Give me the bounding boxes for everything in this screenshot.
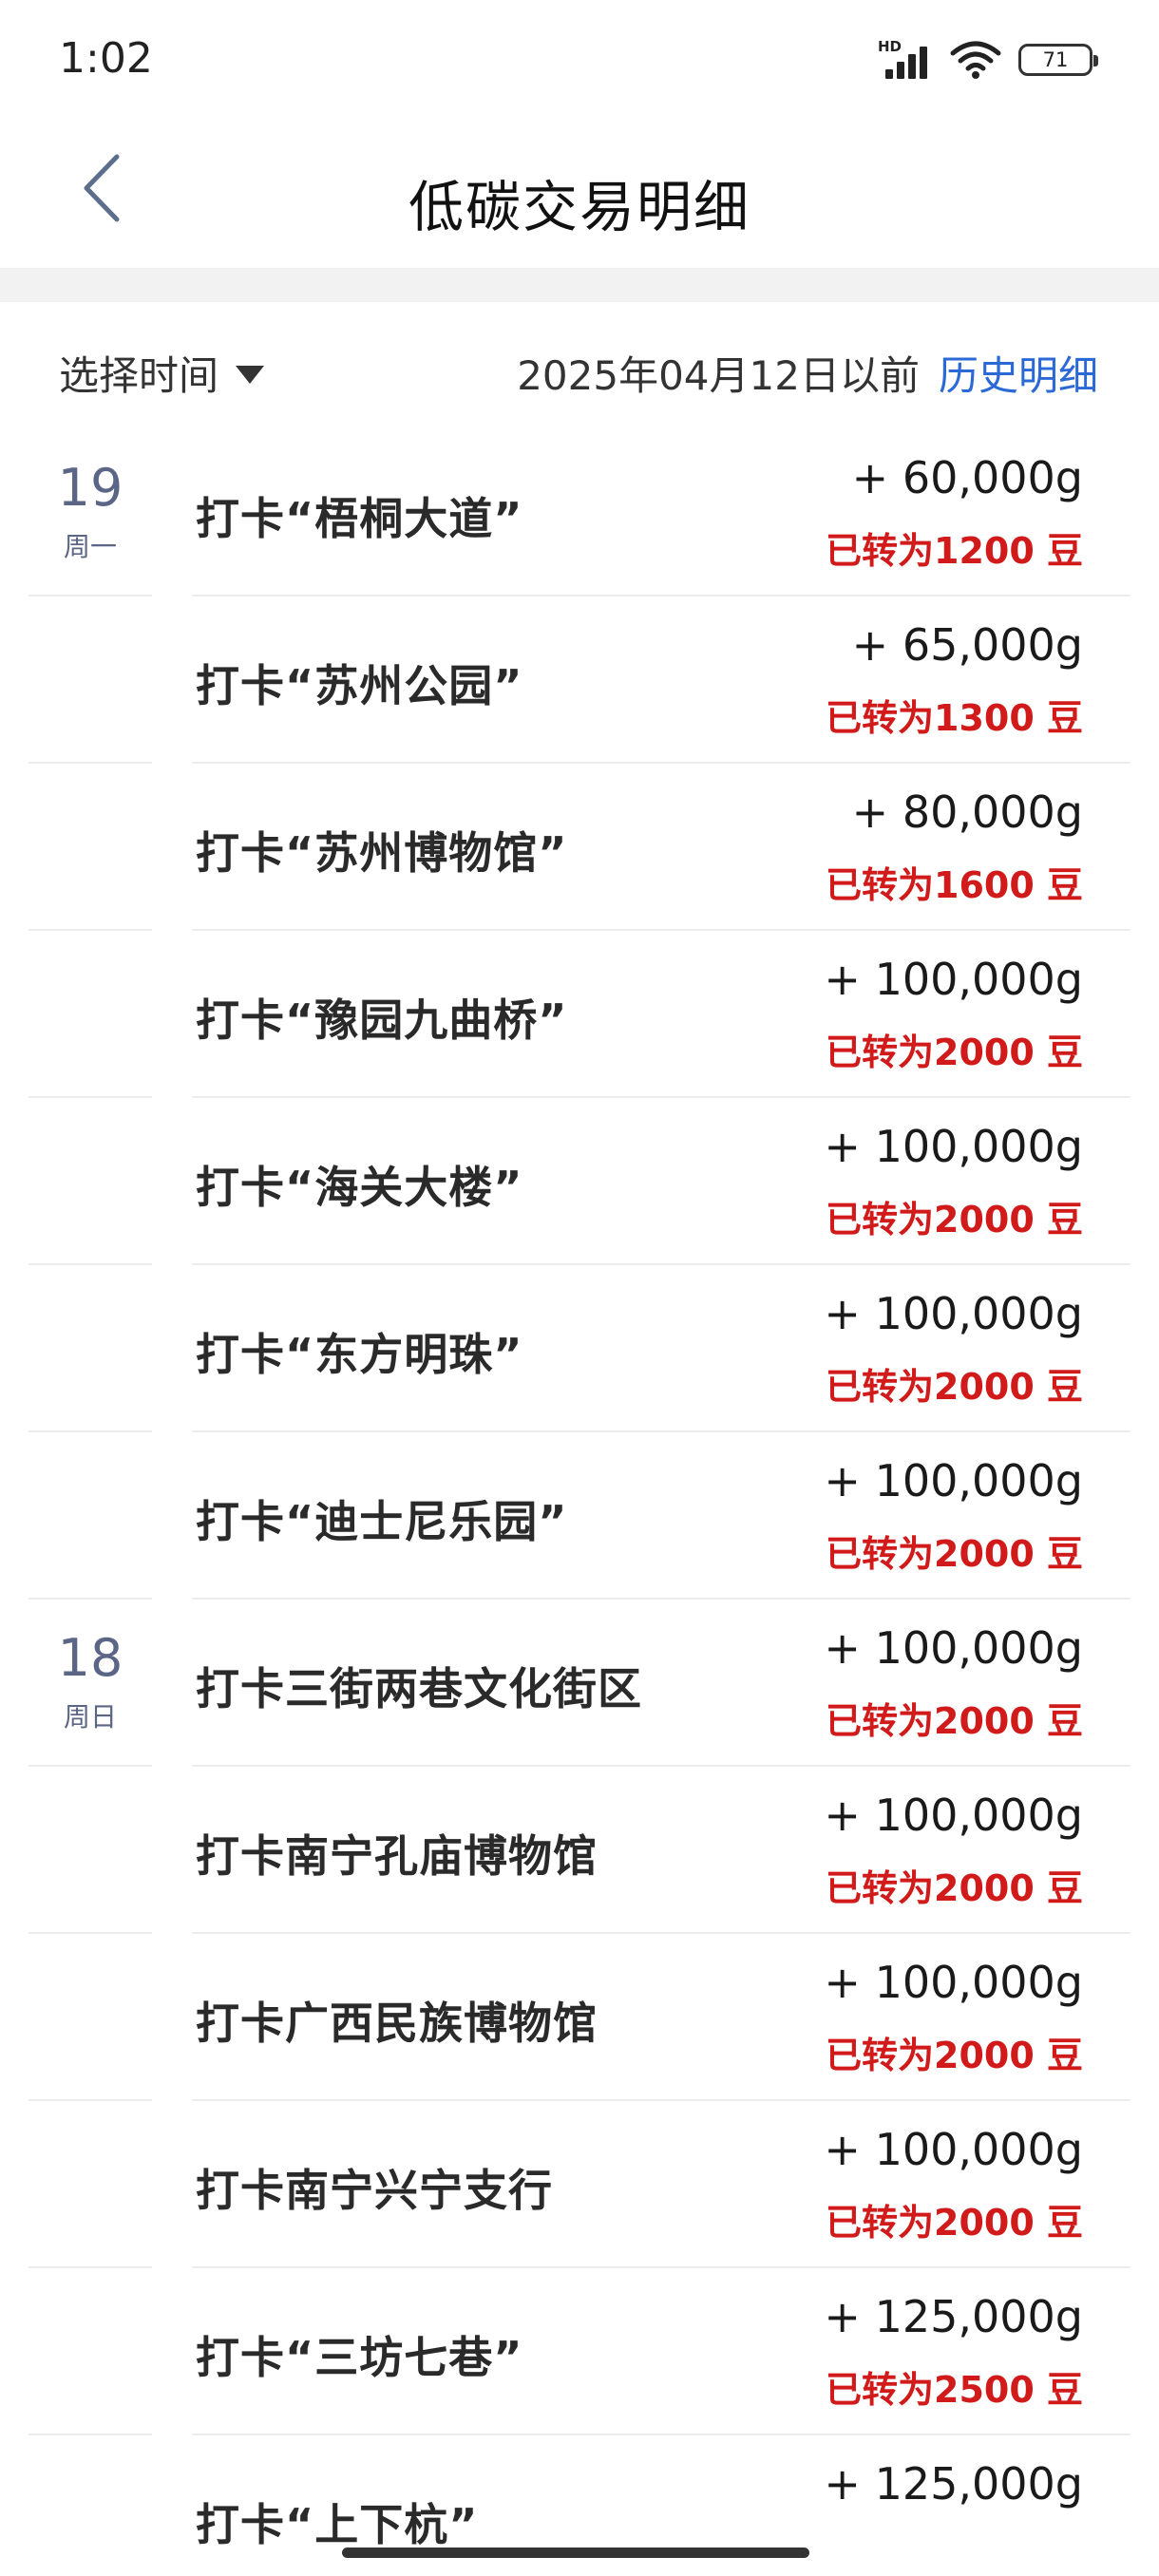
item-title: 打卡“三坊七巷”	[196, 2332, 523, 2383]
date-column	[28, 1767, 152, 1934]
item-converted: 已转为1600 豆	[826, 864, 1083, 906]
list-item[interactable]: 19 周一 打卡“梧桐大道” + 60,000g 已转为1200 豆	[0, 429, 1159, 597]
item-title: 打卡南宁兴宁支行	[196, 2165, 553, 2216]
date-column	[28, 931, 152, 1098]
item-amount: + 100,000g	[824, 1622, 1083, 1674]
date-column	[28, 1432, 152, 1600]
date-column	[28, 1265, 152, 1432]
date-weekday: 周日	[63, 1701, 117, 1733]
item-converted: 已转为2000 豆	[826, 1867, 1083, 1909]
item-converted: 已转为2000 豆	[826, 1700, 1083, 1742]
item-converted: 已转为2000 豆	[826, 2202, 1083, 2244]
wifi-icon	[950, 41, 1001, 79]
filter-info: 2025年04月12日以前 历史明细	[517, 344, 1098, 402]
item-amount: + 125,000g	[824, 2458, 1083, 2510]
item-title: 打卡“海关大楼”	[196, 1162, 523, 1213]
item-title: 打卡“苏州公园”	[196, 660, 523, 711]
item-amount: + 100,000g	[824, 1121, 1083, 1172]
date-day: 19	[57, 458, 124, 518]
item-amount: + 125,000g	[824, 2291, 1083, 2342]
item-title: 打卡“上下杭”	[196, 2499, 479, 2550]
item-converted: 已转为2000 豆	[826, 1366, 1083, 1408]
date-weekday: 周一	[63, 531, 117, 562]
item-amount: + 100,000g	[824, 954, 1083, 1005]
date-column	[28, 2101, 152, 2268]
list-item[interactable]: 打卡广西民族博物馆 + 100,000g 已转为2000 豆	[0, 1934, 1159, 2101]
caret-down-icon	[236, 366, 265, 384]
item-converted: 已转为2000 豆	[826, 1032, 1083, 1073]
item-amount: + 100,000g	[824, 1790, 1083, 1841]
item-converted: 已转为1200 豆	[826, 530, 1083, 572]
network-type-label: HD	[878, 38, 902, 55]
list-item[interactable]: 18 周日 打卡三街两巷文化街区 + 100,000g 已转为2000 豆	[0, 1600, 1159, 1767]
item-amount: + 100,000g	[824, 1288, 1083, 1339]
date-column	[28, 2268, 152, 2435]
section-divider	[0, 268, 1159, 302]
history-detail-link[interactable]: 历史明细	[939, 344, 1098, 402]
time-select-dropdown[interactable]: 选择时间	[59, 344, 265, 402]
list-item[interactable]: 打卡南宁孔庙博物馆 + 100,000g 已转为2000 豆	[0, 1767, 1159, 1934]
item-amount: + 80,000g	[851, 786, 1083, 838]
item-title: 打卡广西民族博物馆	[196, 1998, 598, 2049]
item-title: 打卡南宁孔庙博物馆	[196, 1830, 598, 1882]
time-select-label: 选择时间	[59, 352, 219, 399]
list-item[interactable]: 打卡“苏州博物馆” + 80,000g 已转为1600 豆	[0, 764, 1159, 931]
item-amount: + 100,000g	[824, 2124, 1083, 2175]
list-item[interactable]: 打卡南宁兴宁支行 + 100,000g 已转为2000 豆	[0, 2101, 1159, 2268]
list-item[interactable]: 打卡“海关大楼” + 100,000g 已转为2000 豆	[0, 1098, 1159, 1265]
filter-bar: 选择时间 2025年04月12日以前 历史明细	[0, 332, 1159, 408]
battery-icon: 71	[1018, 44, 1098, 76]
date-column	[28, 1934, 152, 2101]
date-column: 18 周日	[28, 1600, 152, 1767]
item-converted: 已转为2000 豆	[826, 1533, 1083, 1575]
battery-level: 71	[1042, 48, 1069, 71]
cellular-signal-icon: HD	[878, 39, 933, 81]
filter-date-text: 2025年04月12日以前	[517, 352, 920, 399]
item-title: 打卡“迪士尼乐园”	[196, 1496, 568, 1547]
page-title: 低碳交易明细	[408, 175, 750, 239]
item-title: 打卡三街两巷文化街区	[196, 1663, 642, 1714]
date-column	[28, 597, 152, 764]
item-title: 打卡“苏州博物馆”	[196, 827, 568, 879]
status-bar: 1:02 HD 71	[0, 0, 1159, 119]
list-item[interactable]: 打卡“东方明珠” + 100,000g 已转为2000 豆	[0, 1265, 1159, 1432]
list-item[interactable]: 打卡“豫园九曲桥” + 100,000g 已转为2000 豆	[0, 931, 1159, 1098]
item-title: 打卡“东方明珠”	[196, 1329, 523, 1380]
item-amount: + 100,000g	[824, 1455, 1083, 1506]
item-converted: 已转为2000 豆	[826, 2035, 1083, 2076]
date-column	[28, 764, 152, 931]
date-column: 19 周一	[28, 429, 152, 597]
home-indicator[interactable]	[342, 2548, 809, 2558]
list-item[interactable]: 打卡“迪士尼乐园” + 100,000g 已转为2000 豆	[0, 1432, 1159, 1600]
transaction-list: 19 周一 打卡“梧桐大道” + 60,000g 已转为1200 豆 打卡“苏州…	[0, 429, 1159, 2576]
item-amount: + 65,000g	[851, 619, 1083, 671]
list-item[interactable]: 打卡“苏州公园” + 65,000g 已转为1300 豆	[0, 597, 1159, 764]
item-amount: + 60,000g	[851, 452, 1083, 503]
item-converted: 已转为2000 豆	[826, 1199, 1083, 1241]
list-item[interactable]: 打卡“三坊七巷” + 125,000g 已转为2500 豆	[0, 2268, 1159, 2435]
date-column	[28, 2435, 152, 2576]
item-amount: + 100,000g	[824, 1957, 1083, 2008]
status-time: 1:02	[59, 34, 153, 83]
item-title: 打卡“豫园九曲桥”	[196, 994, 568, 1046]
item-title: 打卡“梧桐大道”	[196, 493, 523, 544]
status-icons: HD 71	[878, 38, 1098, 82]
item-converted: 已转为2500 豆	[826, 2369, 1083, 2411]
date-day: 18	[57, 1628, 124, 1688]
item-converted: 已转为1300 豆	[826, 697, 1083, 739]
date-column	[28, 1098, 152, 1265]
nav-header: 低碳交易明细	[0, 119, 1159, 268]
